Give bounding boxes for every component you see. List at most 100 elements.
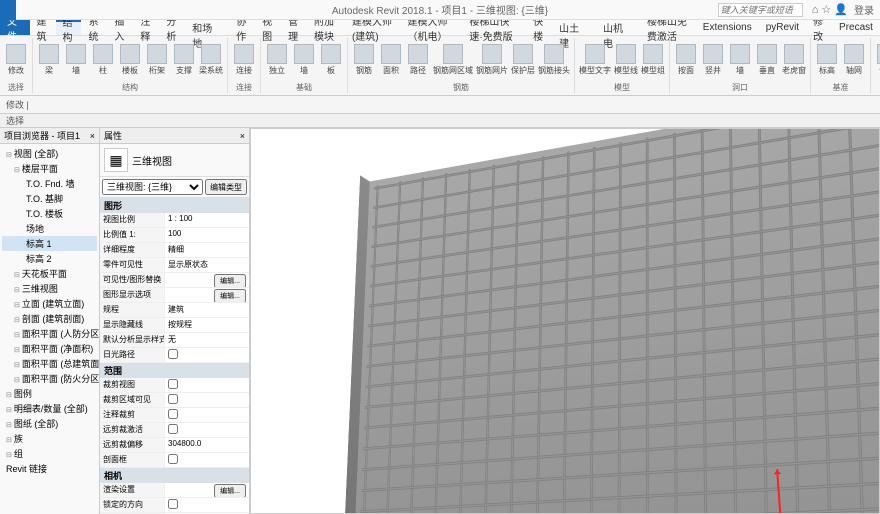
tree-node[interactable]: Revit 链接 — [2, 461, 97, 476]
ribbon-button[interactable]: 垂直 — [755, 44, 779, 76]
tree-node[interactable]: 图例 — [2, 386, 97, 401]
menu-tab[interactable]: 快楼 — [526, 20, 552, 35]
prop-row[interactable]: 注释裁剪 — [100, 408, 249, 423]
prop-row[interactable]: 日光路径 — [100, 348, 249, 363]
tree-node[interactable]: 立面 (建筑立面) — [2, 296, 97, 311]
menu-tab[interactable]: 结构 — [56, 20, 82, 35]
tree-node[interactable]: 天花板平面 — [2, 266, 97, 281]
ribbon-button[interactable]: 连接 — [232, 44, 256, 76]
prop-group-header[interactable]: 图形 — [100, 198, 249, 213]
ribbon-button[interactable]: 老虎窗 — [782, 44, 806, 76]
menu-tab[interactable]: 视图 — [255, 20, 281, 35]
app-button[interactable] — [0, 0, 16, 20]
ribbon-button[interactable]: 板 — [319, 44, 343, 76]
prop-row[interactable]: 渲染设置编辑... — [100, 483, 249, 498]
tree-node[interactable]: T.O. Fnd. 墙 — [2, 176, 97, 191]
prop-row[interactable]: 剖面框 — [100, 453, 249, 468]
login-link[interactable]: 登录 — [854, 2, 874, 17]
menu-tab[interactable]: 体量和场地 — [185, 20, 229, 35]
tree-node[interactable]: 楼层平面 — [2, 161, 97, 176]
menu-tab[interactable]: 注释 — [133, 20, 159, 35]
ribbon-button[interactable]: 保护层 — [511, 44, 535, 76]
menu-tab[interactable]: 管理 — [281, 20, 307, 35]
tree-node[interactable]: 标高 2 — [2, 251, 97, 266]
prop-group-header[interactable]: 相机 — [100, 468, 249, 483]
tree-node[interactable]: 剖面 (建筑剖面) — [2, 311, 97, 326]
ribbon-button[interactable]: 墙 — [292, 44, 316, 76]
menu-tab[interactable]: 协作 — [229, 20, 255, 35]
prop-row[interactable]: 裁剪视图 — [100, 378, 249, 393]
tree-node[interactable]: 标高 1 — [2, 236, 97, 251]
tree-node[interactable]: 面积平面 (总建筑面积) — [2, 356, 97, 371]
tree-node[interactable]: T.O. 楼板 — [2, 206, 97, 221]
ribbon-button[interactable]: 钢筋 — [352, 44, 376, 76]
ribbon-button[interactable]: 钢筋网片 — [476, 44, 508, 76]
menu-tab[interactable]: 修改 — [806, 20, 832, 35]
file-tab[interactable]: 文件 — [0, 20, 30, 35]
menu-tab[interactable]: 楼梯山快速·免费版 — [462, 20, 526, 35]
close-icon[interactable]: × — [90, 131, 95, 141]
menu-tab[interactable]: 建模大师 (建筑) — [345, 20, 401, 35]
prop-row[interactable]: 远剪裁偏移304800.0 — [100, 438, 249, 453]
ribbon-button[interactable]: 桁架 — [145, 44, 169, 76]
menu-tab[interactable]: 建模大师（机电） — [400, 20, 462, 35]
ribbon-button[interactable]: 轴网 — [842, 44, 866, 76]
menu-tab[interactable]: 系统 — [81, 20, 107, 35]
menu-tab[interactable]: 楼梯山免费激活 — [640, 20, 696, 35]
3d-viewport[interactable] — [250, 128, 880, 514]
prop-row[interactable]: 详细程度精细 — [100, 243, 249, 258]
menu-tab[interactable]: 建筑 — [30, 20, 56, 35]
prop-row[interactable]: 裁剪区域可见 — [100, 393, 249, 408]
menu-tab[interactable]: Extensions — [696, 20, 759, 35]
menu-tab[interactable]: Precast — [832, 20, 880, 35]
menu-tab[interactable]: 附加模块 — [307, 20, 345, 35]
ribbon-button[interactable]: 柱 — [91, 44, 115, 76]
ribbon-button[interactable]: 修改 — [4, 44, 28, 76]
tree-node[interactable]: 面积平面 (净面积) — [2, 341, 97, 356]
tree-node[interactable]: 组 — [2, 446, 97, 461]
prop-row[interactable]: 视图比例1 : 100 — [100, 213, 249, 228]
instance-selector[interactable]: 三维视图: {三维} — [102, 179, 203, 195]
ribbon-button[interactable]: 钢筋网区域 — [433, 44, 473, 76]
prop-row[interactable]: 锁定的方向 — [100, 498, 249, 513]
ribbon-button[interactable]: 楼板 — [118, 44, 142, 76]
tree-node[interactable]: 图纸 (全部) — [2, 416, 97, 431]
ribbon-button[interactable]: 竖井 — [701, 44, 725, 76]
tree-node[interactable]: 明细表/数量 (全部) — [2, 401, 97, 416]
ribbon-button[interactable]: 模型线 — [614, 44, 638, 76]
prop-row[interactable]: 可见性/图形替换编辑... — [100, 273, 249, 288]
ribbon-button[interactable]: 梁 — [37, 44, 61, 76]
prop-row[interactable]: 默认分析显示样式无 — [100, 333, 249, 348]
tree-node[interactable]: 面积平面 (防火分区面积) — [2, 371, 97, 386]
ribbon-button[interactable]: 钢筋接头 — [538, 44, 570, 76]
ribbon-button[interactable]: 墙 — [64, 44, 88, 76]
menu-tab[interactable]: 分析 — [159, 20, 185, 35]
menu-tab[interactable]: 插入 — [107, 20, 133, 35]
ribbon-button[interactable]: 标高 — [815, 44, 839, 76]
tree-node[interactable]: 三维视图 — [2, 281, 97, 296]
browser-tree[interactable]: 视图 (全部)楼层平面T.O. Fnd. 墙T.O. 基脚T.O. 楼板场地标高… — [0, 144, 99, 514]
menu-tab[interactable]: 楼梯山土建 — [552, 20, 596, 35]
close-icon[interactable]: × — [240, 131, 245, 141]
ribbon-button[interactable]: 设置 — [875, 44, 880, 76]
prop-row[interactable]: 规程建筑 — [100, 303, 249, 318]
tree-node[interactable]: 视图 (全部) — [2, 146, 97, 161]
ribbon-button[interactable]: 墙 — [728, 44, 752, 76]
prop-row[interactable]: 图形显示选项编辑... — [100, 288, 249, 303]
edit-type-button[interactable]: 编辑类型 — [205, 179, 247, 195]
prop-row[interactable]: 远剪裁激活 — [100, 423, 249, 438]
ribbon-button[interactable]: 模型文字 — [579, 44, 611, 76]
prop-row[interactable]: 零件可见性显示原状态 — [100, 258, 249, 273]
ribbon-button[interactable]: 模型组 — [641, 44, 665, 76]
menu-tab[interactable]: pyRevit — [759, 20, 806, 35]
tree-node[interactable]: 族 — [2, 431, 97, 446]
ribbon-button[interactable]: 按面 — [674, 44, 698, 76]
prop-row[interactable]: 比例值 1:100 — [100, 228, 249, 243]
ribbon-button[interactable]: 独立 — [265, 44, 289, 76]
menu-tab[interactable]: 楼梯山机电 — [596, 20, 640, 35]
search-input[interactable] — [718, 3, 803, 17]
prop-row[interactable]: 显示隐藏线按规程 — [100, 318, 249, 333]
prop-group-header[interactable]: 范围 — [100, 363, 249, 378]
ribbon-button[interactable]: 面积 — [379, 44, 403, 76]
ribbon-button[interactable]: 路径 — [406, 44, 430, 76]
